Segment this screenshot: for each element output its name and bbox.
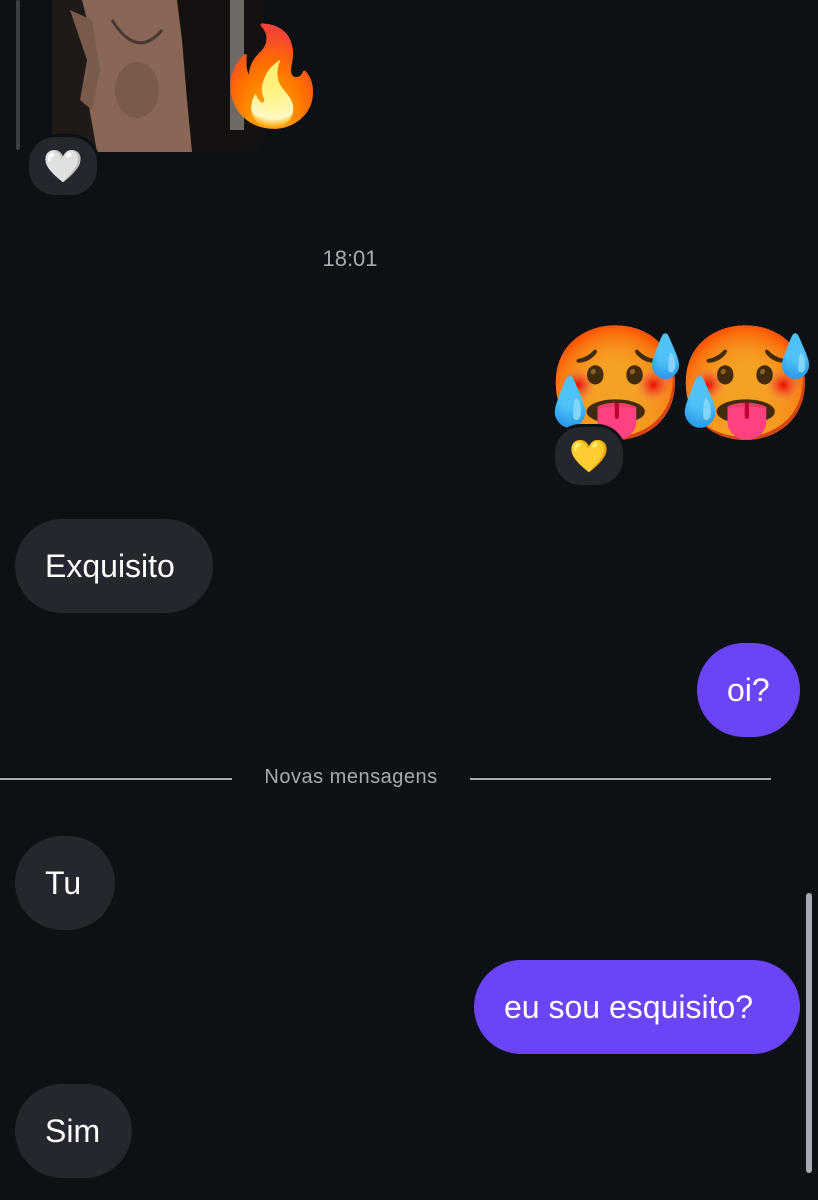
message-timestamp: 18:01 [322, 246, 378, 271]
message-text: eu sou esquisito? [504, 988, 754, 1025]
message-text: Tu [45, 864, 82, 901]
fire-sticker: 🔥 [212, 20, 332, 132]
outgoing-message-bubble[interactable]: oi? [697, 643, 800, 737]
message-text: Exquisito [45, 547, 175, 584]
scrollbar[interactable] [806, 893, 812, 1173]
divider-line-right [470, 778, 771, 780]
incoming-message-bubble[interactable]: Tu [15, 836, 115, 930]
emoji-message-2[interactable]: 🥵 [676, 328, 815, 440]
emoji-message-1[interactable]: 🥵 [546, 328, 685, 440]
emoji-reaction[interactable]: 💛 [552, 424, 626, 488]
reply-thread-rail [16, 0, 20, 150]
white-heart-icon: 🤍 [43, 147, 83, 185]
message-text: oi? [727, 671, 770, 708]
yellow-heart-icon: 💛 [569, 437, 609, 475]
photo-reaction[interactable]: 🤍 [26, 134, 100, 198]
chat-screen: 🔥 🤍 18:01 🥵 🥵 💛 Exquisito oi? Novas mens… [0, 0, 818, 1200]
divider-line-left [0, 778, 232, 780]
incoming-message-bubble[interactable]: Sim [15, 1084, 132, 1178]
message-text: Sim [45, 1112, 101, 1149]
incoming-message-bubble[interactable]: Exquisito [15, 519, 213, 613]
new-messages-divider: Novas mensagens [264, 766, 438, 788]
outgoing-message-bubble[interactable]: eu sou esquisito? [474, 960, 800, 1054]
